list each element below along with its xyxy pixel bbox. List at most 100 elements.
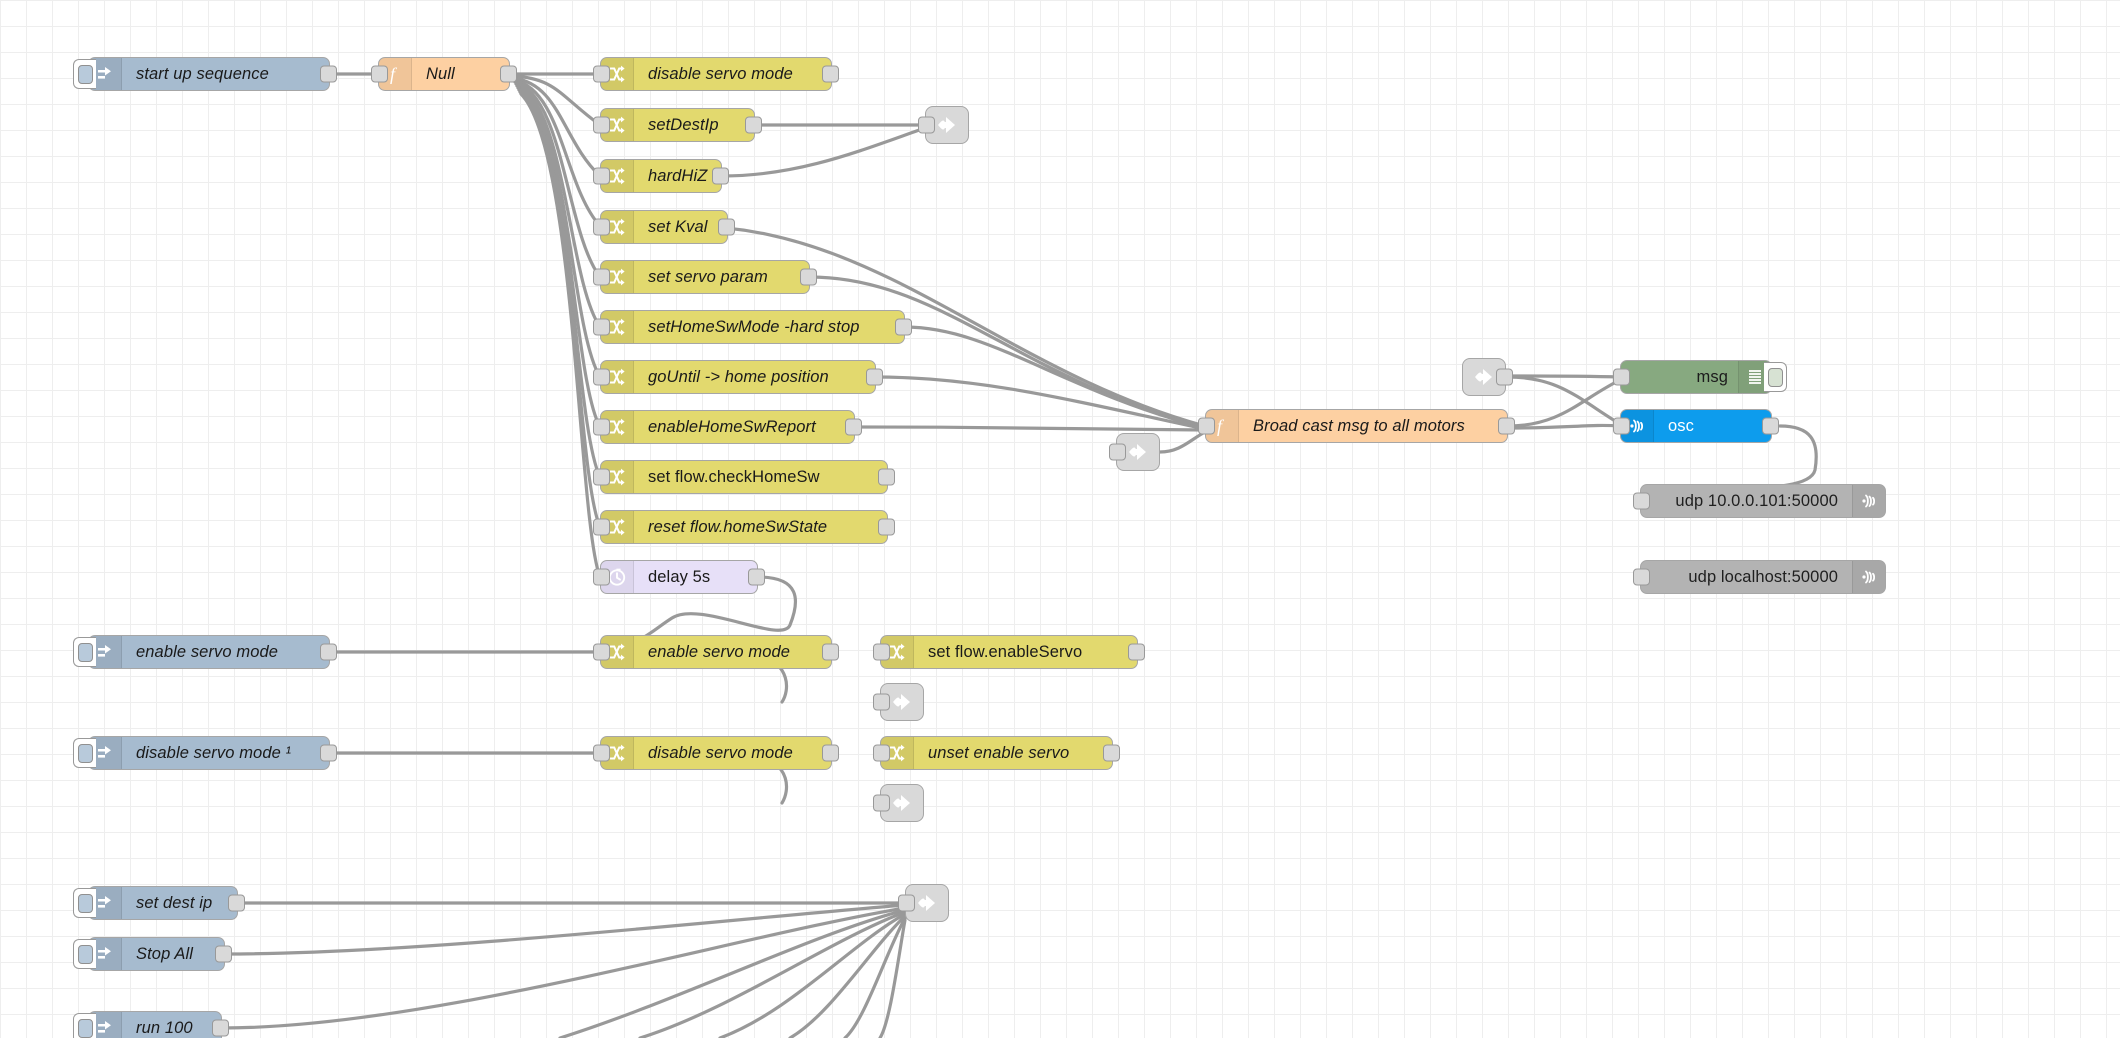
node-change-disable-servo-mode-2[interactable]: disable servo mode: [593, 736, 839, 770]
output-port[interactable]: [878, 518, 895, 536]
output-port[interactable]: [866, 368, 883, 386]
input-port[interactable]: [918, 116, 935, 134]
node-label: Null: [426, 64, 455, 83]
input-port[interactable]: [593, 643, 610, 661]
node-change-set-flow-enableservo[interactable]: set flow.enableServo: [873, 635, 1145, 669]
node-udp-localhost[interactable]: udp localhost:50000: [1633, 560, 1886, 594]
input-port[interactable]: [1613, 368, 1630, 386]
input-port[interactable]: [593, 318, 610, 336]
output-port[interactable]: [500, 65, 517, 83]
output-port[interactable]: [895, 318, 912, 336]
node-change-reset-flow-homeswstate[interactable]: reset flow.homeSwState: [593, 510, 895, 544]
node-osc[interactable]: osc: [1613, 409, 1779, 443]
output-port[interactable]: [320, 65, 337, 83]
flow-canvas[interactable]: start up sequence f Null disable servo m…: [0, 0, 2120, 1038]
node-inject-enable-servo-mode[interactable]: enable servo mode: [73, 635, 337, 669]
node-change-set-flow-checkhomesw[interactable]: set flow.checkHomeSw: [593, 460, 895, 494]
node-change-enable-servo-mode[interactable]: enable servo mode: [593, 635, 839, 669]
input-port[interactable]: [593, 368, 610, 386]
output-port[interactable]: [215, 945, 232, 963]
node-inject-set-dest-ip[interactable]: set dest ip: [73, 886, 245, 920]
output-port[interactable]: [1103, 744, 1120, 762]
node-function-null[interactable]: f Null: [371, 57, 517, 91]
output-port[interactable]: [1762, 417, 1779, 435]
inject-trigger-button[interactable]: [73, 888, 96, 918]
node-link-out-bottom-collector[interactable]: [898, 884, 949, 922]
inject-trigger-button[interactable]: [73, 738, 96, 768]
input-port[interactable]: [593, 418, 610, 436]
node-debug-msg[interactable]: msg: [1613, 360, 1787, 394]
node-label: enableHomeSwReport: [648, 417, 816, 436]
output-port[interactable]: [822, 65, 839, 83]
node-label: setHomeSwMode -hard stop: [648, 317, 860, 336]
node-inject-start-up-sequence[interactable]: start up sequence: [73, 57, 337, 91]
node-delay-5s[interactable]: delay 5s: [593, 560, 765, 594]
inject-trigger-button[interactable]: [73, 1013, 96, 1038]
node-change-setdestip[interactable]: setDestIp: [593, 108, 762, 142]
input-port[interactable]: [873, 693, 890, 711]
input-port[interactable]: [898, 894, 915, 912]
node-inject-run-100[interactable]: run 100: [73, 1011, 229, 1038]
inject-trigger-button[interactable]: [73, 939, 96, 969]
node-link-out-upper[interactable]: [1462, 358, 1513, 396]
output-port[interactable]: [822, 643, 839, 661]
node-change-set-kval[interactable]: set Kval: [593, 210, 735, 244]
output-port[interactable]: [1498, 417, 1515, 435]
node-change-enable-home-sw-report[interactable]: enableHomeSwReport: [593, 410, 862, 444]
node-change-gountil-home-position[interactable]: goUntil -> home position: [593, 360, 883, 394]
input-port[interactable]: [873, 744, 890, 762]
output-port[interactable]: [1496, 368, 1513, 386]
input-port[interactable]: [593, 167, 610, 185]
input-port[interactable]: [371, 65, 388, 83]
inject-trigger-button[interactable]: [73, 637, 96, 667]
input-port[interactable]: [1613, 417, 1630, 435]
node-link-out-broadcast-feed[interactable]: [1109, 433, 1160, 471]
node-change-unset-enable-servo[interactable]: unset enable servo: [873, 736, 1120, 770]
input-port[interactable]: [1198, 417, 1215, 435]
output-port[interactable]: [212, 1019, 229, 1037]
output-port[interactable]: [320, 744, 337, 762]
node-change-set-home-sw-mode[interactable]: setHomeSwMode -hard stop: [593, 310, 912, 344]
input-port[interactable]: [593, 568, 610, 586]
input-port[interactable]: [593, 116, 610, 134]
output-port[interactable]: [718, 218, 735, 236]
node-label: set dest ip: [136, 893, 213, 912]
output-port[interactable]: [748, 568, 765, 586]
input-port[interactable]: [1109, 443, 1126, 461]
output-port[interactable]: [228, 894, 245, 912]
output-port[interactable]: [745, 116, 762, 134]
input-port[interactable]: [593, 468, 610, 486]
node-label: disable servo mode: [648, 64, 793, 83]
node-link-out-enable-servo[interactable]: [873, 683, 924, 721]
node-inject-stop-all[interactable]: Stop All: [73, 937, 232, 971]
input-port[interactable]: [593, 744, 610, 762]
input-port[interactable]: [1633, 568, 1650, 586]
inject-trigger-button[interactable]: [73, 59, 96, 89]
input-port[interactable]: [593, 268, 610, 286]
node-link-out-destip[interactable]: [918, 106, 969, 144]
node-label: set flow.enableServo: [928, 642, 1083, 661]
output-port[interactable]: [320, 643, 337, 661]
output-port[interactable]: [878, 468, 895, 486]
input-port[interactable]: [873, 643, 890, 661]
input-port[interactable]: [593, 218, 610, 236]
node-change-set-servo-param[interactable]: set servo param: [593, 260, 817, 294]
output-port[interactable]: [822, 744, 839, 762]
input-port[interactable]: [1633, 492, 1650, 510]
input-port[interactable]: [873, 794, 890, 812]
node-link-out-disable-servo[interactable]: [873, 784, 924, 822]
node-label: unset enable servo: [928, 743, 1070, 762]
node-udp-remote[interactable]: udp 10.0.0.101:50000: [1633, 484, 1886, 518]
output-port[interactable]: [800, 268, 817, 286]
input-port[interactable]: [593, 65, 610, 83]
input-port[interactable]: [593, 518, 610, 536]
node-function-broadcast-msg[interactable]: f Broad cast msg to all motors: [1198, 409, 1515, 443]
output-port[interactable]: [712, 167, 729, 185]
output-port[interactable]: [845, 418, 862, 436]
node-label: start up sequence: [136, 64, 269, 83]
node-change-disable-servo-mode[interactable]: disable servo mode: [593, 57, 839, 91]
debug-enable-toggle[interactable]: [1764, 362, 1787, 392]
node-inject-disable-servo-mode[interactable]: disable servo mode ¹: [73, 736, 337, 770]
output-port[interactable]: [1128, 643, 1145, 661]
node-change-hardhiz[interactable]: hardHiZ: [593, 159, 729, 193]
